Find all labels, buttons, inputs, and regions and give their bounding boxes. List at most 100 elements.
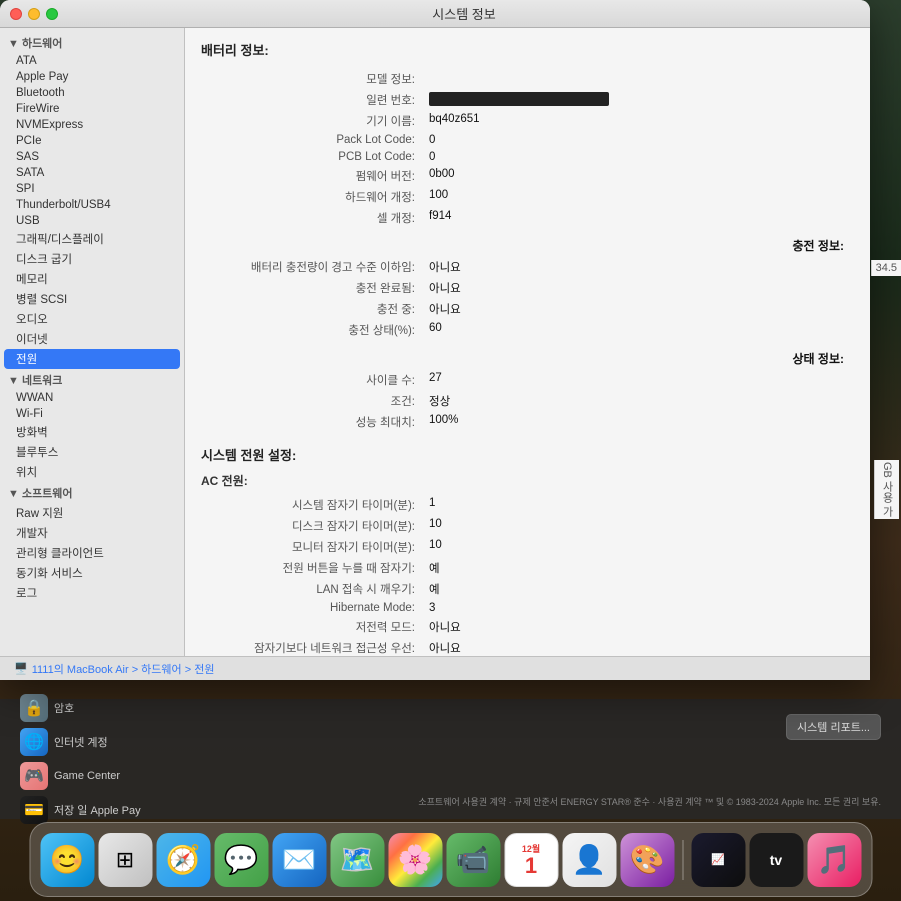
pcb-lot-value: 0 <box>425 149 852 164</box>
breadcrumb-link[interactable]: 1111의 MacBook Air > 하드웨어 > 전원 <box>32 661 215 677</box>
password-icon: 🔒 <box>20 694 48 722</box>
sidebar-item-raw-support[interactable]: Raw 지원 <box>0 503 184 523</box>
serial-value <box>425 90 852 109</box>
sidebar-item-wifi[interactable]: Wi-Fi <box>0 406 184 422</box>
dock-maps[interactable]: 🗺️ <box>330 833 384 887</box>
sidebar-item-managed-client[interactable]: 관리형 클라이언트 <box>0 543 184 563</box>
sidebar-item-location[interactable]: 위치 <box>0 462 184 482</box>
sidebar-item-nvme[interactable]: NVMExpress <box>0 117 184 133</box>
apple-pay-item[interactable]: 💳 저장 일 Apple Pay <box>20 796 320 824</box>
maximize-button[interactable] <box>46 8 58 20</box>
ac-disk-timer-value: 10 <box>425 516 852 535</box>
sidebar-item-developer[interactable]: 개발자 <box>0 523 184 543</box>
dock-facetime[interactable]: 📹 <box>446 833 500 887</box>
dock-contacts[interactable]: 👤 <box>562 833 616 887</box>
sidebar-item-pcie[interactable]: PCIe <box>0 133 184 149</box>
firmware-value: 0b00 <box>425 166 852 185</box>
dock-music[interactable]: 🎵 <box>807 833 861 887</box>
window-body: ▼ 하드웨어 ATA Apple Pay Bluetooth FireWire … <box>0 28 870 656</box>
sidebar-software-header[interactable]: ▼ 소프트웨어 <box>0 482 184 503</box>
sidebar-item-disk-burn[interactable]: 디스크 굽기 <box>0 249 184 269</box>
internet-accounts-label: 인터넷 계정 <box>54 734 108 750</box>
max-capacity-value: 100% <box>425 412 852 431</box>
cycle-count-value: 27 <box>425 370 852 389</box>
sidebar-item-firewall[interactable]: 방화벽 <box>0 422 184 442</box>
ac-lowpower-label: 저전력 모드: <box>203 617 423 636</box>
max-capacity-label: 성능 최대치: <box>203 412 423 431</box>
appletv-label: tv <box>770 852 782 868</box>
sidebar-item-sync-services[interactable]: 동기화 서비스 <box>0 563 184 583</box>
charge-pct-value: 60 <box>425 321 852 340</box>
serial-label: 일련 번호: <box>203 90 423 109</box>
model-info-label: 모델 정보: <box>203 69 423 88</box>
minimize-button[interactable] <box>28 8 40 20</box>
sidebar-network-header[interactable]: ▼ 네트워크 <box>0 369 184 390</box>
ac-network-value: 아니요 <box>425 638 852 656</box>
sidebar-item-ata[interactable]: ATA <box>0 53 184 69</box>
sidebar-item-sata[interactable]: SATA <box>0 165 184 181</box>
sidebar-item-audio[interactable]: 오디오 <box>0 309 184 329</box>
firmware-label: 펌웨어 버전: <box>203 166 423 185</box>
dock-apple-tv[interactable]: tv <box>749 833 803 887</box>
sidebar-item-sas[interactable]: SAS <box>0 149 184 165</box>
right-panel-size-label: 34.5 <box>871 260 901 276</box>
sidebar-item-bluetooth-net[interactable]: 블루투스 <box>0 442 184 462</box>
game-center-icon: 🎮 <box>20 762 48 790</box>
window-title: 시스템 정보 <box>68 4 860 23</box>
dock-launchpad[interactable]: ⊞ <box>98 833 152 887</box>
charging-value: 아니요 <box>425 300 852 319</box>
sidebar-item-log[interactable]: 로그 <box>0 583 184 603</box>
sidebar-item-memory[interactable]: 메모리 <box>0 269 184 289</box>
window-titlebar: 시스템 정보 <box>0 0 870 28</box>
dock-safari[interactable]: 🧭 <box>156 833 210 887</box>
dock-colorsync[interactable]: 🎨 <box>620 833 674 887</box>
charge-full-label: 충전 완료됨: <box>203 279 423 298</box>
dock-photos[interactable]: 🌸 <box>388 833 442 887</box>
sidebar-item-wwan[interactable]: WWAN <box>0 390 184 406</box>
hardware-value: 100 <box>425 187 852 206</box>
dock: 😊 ⊞ 🧭 💬 ✉️ 🗺️ 🌸 📹 12월 1 👤 🎨 📈 tv 🎵 <box>29 822 872 897</box>
dock-messages[interactable]: 💬 <box>214 833 268 887</box>
device-name-label: 기기 이름: <box>203 111 423 130</box>
sidebar-item-spi[interactable]: SPI <box>0 181 184 197</box>
battery-info-table: 모델 정보: 일련 번호: 기기 이름: bq40z651 Pack Lot C… <box>201 67 854 433</box>
dock-divider <box>682 840 683 880</box>
sidebar-item-ethernet[interactable]: 이더넷 <box>0 329 184 349</box>
game-center-item[interactable]: 🎮 Game Center <box>20 762 320 790</box>
condition-value: 정상 <box>425 391 852 410</box>
dock-finder[interactable]: 😊 <box>40 833 94 887</box>
password-item[interactable]: 🔒 암호 <box>20 694 320 722</box>
system-info-window: 시스템 정보 ▼ 하드웨어 ATA Apple Pay Bluetooth Fi… <box>0 0 870 680</box>
close-button[interactable] <box>10 8 22 20</box>
traffic-lights <box>10 8 58 20</box>
sidebar-item-graphics[interactable]: 그래픽/디스플레이 <box>0 229 184 249</box>
cell-label: 셀 개정: <box>203 208 423 227</box>
breadcrumb: 🖥️ 1111의 MacBook Air > 하드웨어 > 전원 <box>0 656 870 680</box>
ac-sleep-timer-value: 1 <box>425 495 852 514</box>
status-info-header: 상태 정보: <box>203 342 852 369</box>
internet-account-item[interactable]: 🌐 인터넷 계정 <box>20 728 320 756</box>
condition-label: 조건: <box>203 391 423 410</box>
hardware-label: 하드웨어 개정: <box>203 187 423 206</box>
charge-warn-value: 아니요 <box>425 258 852 277</box>
cycle-count-label: 사이클 수: <box>203 370 423 389</box>
sidebar-item-thunderbolt[interactable]: Thunderbolt/USB4 <box>0 197 184 213</box>
sidebar-item-power[interactable]: 전원 <box>4 349 180 369</box>
dock-calendar[interactable]: 12월 1 <box>504 833 558 887</box>
dock-stocks[interactable]: 📈 <box>691 833 745 887</box>
ac-monitor-timer-label: 모니터 잠자기 타이머(분): <box>203 537 423 556</box>
sidebar-item-parallel-scsi[interactable]: 병렬 SCSI <box>0 289 184 309</box>
sidebar-item-applepay[interactable]: Apple Pay <box>0 69 184 85</box>
dock-mail[interactable]: ✉️ <box>272 833 326 887</box>
charge-warn-label: 배터리 충전량이 경고 수준 이하임: <box>203 258 423 277</box>
sidebar-item-usb[interactable]: USB <box>0 213 184 229</box>
sidebar-item-bluetooth[interactable]: Bluetooth <box>0 85 184 101</box>
system-report-button[interactable]: 시스템 리포트... <box>786 714 881 740</box>
cell-value: f914 <box>425 208 852 227</box>
sidebar-item-firewire[interactable]: FireWire <box>0 101 184 117</box>
charge-full-value: 아니요 <box>425 279 852 298</box>
ac-disk-timer-label: 디스크 잠자기 타이머(분): <box>203 516 423 535</box>
ac-power-btn-value: 예 <box>425 558 852 577</box>
sidebar-hardware-header[interactable]: ▼ 하드웨어 <box>0 32 184 53</box>
ac-power-table: 시스템 잠자기 타이머(분): 1 디스크 잠자기 타이머(분): 10 모니터… <box>201 493 854 656</box>
